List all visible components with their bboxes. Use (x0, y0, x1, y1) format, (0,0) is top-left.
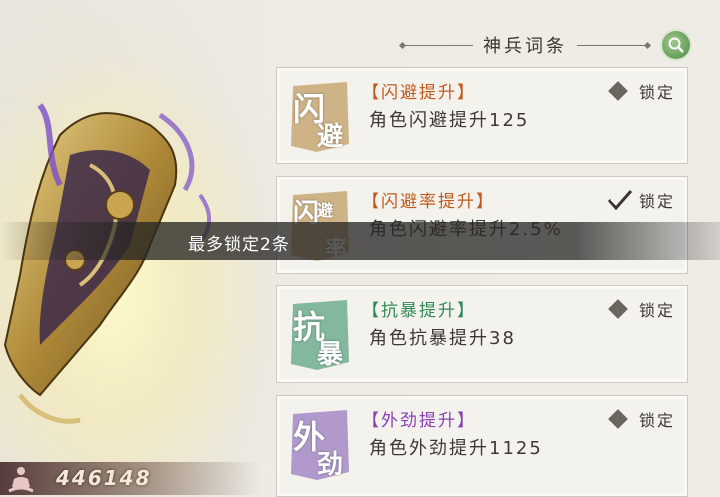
lock-toggle[interactable]: 锁定 (607, 188, 675, 212)
entry-badge: 外 劲 (287, 406, 353, 482)
entry-title: 【外劲提升】 (362, 411, 476, 431)
entry-card[interactable]: 抗 暴 【抗暴提升】 角色抗暴提升38 锁定 (276, 285, 688, 383)
diamond-icon (607, 298, 629, 320)
badge-char: 暴 (317, 340, 344, 370)
entry-title: 【闪避率提升】 (362, 192, 495, 212)
entry-card[interactable]: 外 劲 【外劲提升】 角色外劲提升1125 锁定 (276, 395, 688, 497)
entry-description: 角色闪避提升125 (369, 110, 530, 131)
lock-label: 锁定 (638, 411, 675, 430)
lock-label: 锁定 (638, 192, 675, 211)
lock-label: 锁定 (638, 301, 675, 320)
magnifier-icon[interactable] (662, 31, 690, 59)
entry-badge: 闪 避 (287, 78, 353, 154)
header-divider-right (577, 44, 647, 46)
entry-description: 角色外劲提升1125 (369, 438, 543, 459)
entry-badge: 抗 暴 (287, 296, 353, 372)
badge-char: 避 (317, 122, 344, 152)
badge-char: 劲 (317, 450, 344, 480)
entry-description: 角色抗暴提升38 (369, 328, 516, 349)
header-divider-left (403, 44, 473, 46)
checkmark-icon (607, 189, 633, 211)
entry-title: 【抗暴提升】 (362, 301, 476, 321)
lock-toggle[interactable]: 锁定 (607, 297, 675, 321)
badge-char: 避 (317, 201, 334, 220)
entry-title: 【闪避提升】 (362, 83, 476, 103)
diamond-icon (607, 408, 629, 430)
weapon-gauntlet-image (3, 103, 211, 424)
lock-toggle[interactable]: 锁定 (607, 79, 675, 103)
diamond-icon (607, 80, 629, 102)
lock-label: 锁定 (638, 83, 675, 102)
section-title: 神兵词条 (483, 36, 567, 57)
player-score: 446148 (56, 466, 152, 490)
toast-banner: 最多锁定2条 (0, 222, 720, 260)
toast-message: 最多锁定2条 (188, 235, 290, 255)
section-header: 神兵词条 (395, 30, 655, 60)
lock-toggle[interactable]: 锁定 (607, 407, 675, 431)
meditating-figure-icon (8, 467, 34, 493)
entry-card[interactable]: 闪 避 【闪避提升】 角色闪避提升125 锁定 (276, 67, 688, 164)
